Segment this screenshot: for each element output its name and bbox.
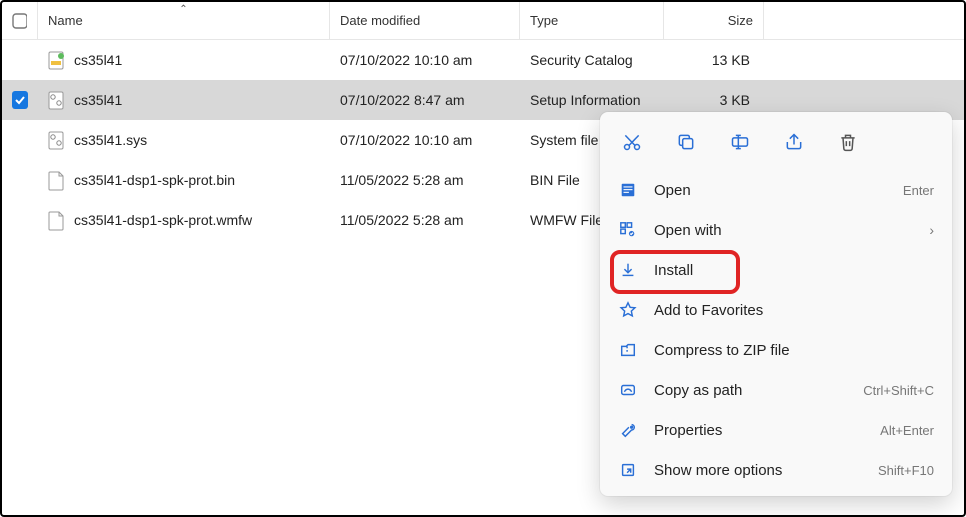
row-checkbox[interactable] <box>2 40 38 80</box>
context-menu-item-label: Install <box>654 262 934 279</box>
zip-icon <box>618 340 638 360</box>
context-menu-item-star[interactable]: Add to Favorites <box>600 290 952 330</box>
row-checkbox[interactable] <box>2 200 38 240</box>
context-menu-item-path[interactable]: Copy as path Ctrl+Shift+C <box>600 370 952 410</box>
file-icon <box>48 209 66 231</box>
path-icon <box>618 380 638 400</box>
file-name-cell[interactable]: cs35l41 <box>38 40 330 80</box>
column-header-size[interactable]: Size <box>664 2 764 39</box>
context-menu-item-zip[interactable]: Compress to ZIP file <box>600 330 952 370</box>
context-menu-item-label: Show more options <box>654 462 862 479</box>
checked-icon <box>12 91 28 109</box>
context-menu-item-shortcut: Enter <box>903 183 934 198</box>
context-menu-item-label: Compress to ZIP file <box>654 342 934 359</box>
column-header-type-label: Type <box>530 13 558 28</box>
file-name-cell[interactable]: cs35l41 <box>38 80 330 120</box>
context-menu-item-label: Add to Favorites <box>654 302 934 319</box>
column-header-name[interactable]: Name ⌃ <box>38 2 330 39</box>
file-name-label: cs35l41.sys <box>74 132 147 148</box>
column-header-name-label: Name <box>48 13 83 28</box>
file-icon <box>48 89 66 111</box>
file-icon <box>48 169 66 191</box>
context-menu-item-more[interactable]: Show more options Shift+F10 <box>600 450 952 490</box>
context-menu-item-shortcut: Alt+Enter <box>880 423 934 438</box>
column-header-row: Name ⌃ Date modified Type Size <box>2 2 964 40</box>
file-name-cell[interactable]: cs35l41-dsp1-spk-prot.wmfw <box>38 200 330 240</box>
cut-button[interactable] <box>620 130 644 154</box>
file-icon <box>48 49 66 71</box>
file-date-label: 07/10/2022 10:10 am <box>340 132 472 148</box>
context-menu-item-label: Properties <box>654 422 864 439</box>
file-name-cell[interactable]: cs35l41.sys <box>38 120 330 160</box>
context-menu-item-openwith[interactable]: Open with › <box>600 210 952 250</box>
rename-button[interactable] <box>728 130 752 154</box>
delete-button[interactable] <box>836 130 860 154</box>
props-icon <box>618 420 638 440</box>
open-icon <box>618 180 638 200</box>
column-header-date[interactable]: Date modified <box>330 2 520 39</box>
file-row[interactable]: cs35l41 07/10/2022 10:10 am Security Catal… <box>2 40 964 80</box>
context-menu-item-label: Copy as path <box>654 382 847 399</box>
file-size-label: 3 KB <box>720 92 750 108</box>
file-type-label: Security Catalog <box>530 52 633 68</box>
install-icon <box>618 260 638 280</box>
column-header-size-label: Size <box>728 13 753 28</box>
file-name-label: cs35l41-dsp1-spk-prot.bin <box>74 172 235 188</box>
file-type-cell: Security Catalog <box>520 40 664 80</box>
file-date-cell: 07/10/2022 8:47 am <box>330 80 520 120</box>
more-icon <box>618 460 638 480</box>
file-date-label: 11/05/2022 5:28 am <box>340 212 464 228</box>
context-menu-item-label: Open <box>654 182 887 199</box>
context-menu-item-props[interactable]: Properties Alt+Enter <box>600 410 952 450</box>
context-menu-item-open[interactable]: Open Enter <box>600 170 952 210</box>
column-header-date-label: Date modified <box>340 13 420 28</box>
file-type-label: WMFW File <box>530 212 603 228</box>
file-date-label: 11/05/2022 5:28 am <box>340 172 464 188</box>
file-type-label: Setup Information <box>530 92 641 108</box>
sort-asc-icon: ⌃ <box>179 4 187 15</box>
share-button[interactable] <box>782 130 806 154</box>
context-menu-quick-actions <box>600 112 952 170</box>
context-menu-item-install[interactable]: Install <box>600 250 952 290</box>
file-type-label: System file <box>530 132 598 148</box>
file-type-label: BIN File <box>530 172 580 188</box>
file-name-label: cs35l41-dsp1-spk-prot.wmfw <box>74 212 252 228</box>
star-icon <box>618 300 638 320</box>
select-all-checkbox[interactable] <box>2 2 38 39</box>
row-checkbox[interactable] <box>2 80 38 120</box>
chevron-right-icon: › <box>929 222 934 238</box>
column-header-type[interactable]: Type <box>520 2 664 39</box>
file-size-label: 13 KB <box>712 52 750 68</box>
row-checkbox[interactable] <box>2 120 38 160</box>
file-date-cell: 07/10/2022 10:10 am <box>330 120 520 160</box>
file-name-label: cs35l41 <box>74 52 122 68</box>
file-size-cell: 13 KB <box>664 40 764 80</box>
context-menu-item-label: Open with <box>654 222 913 239</box>
context-menu-item-shortcut: Shift+F10 <box>878 463 934 478</box>
file-name-label: cs35l41 <box>74 92 122 108</box>
file-icon <box>48 129 66 151</box>
openwith-icon <box>618 220 638 240</box>
context-menu-item-shortcut: Ctrl+Shift+C <box>863 383 934 398</box>
context-menu: Open Enter Open with › Install Add to Favorit… <box>600 112 952 496</box>
copy-button[interactable] <box>674 130 698 154</box>
file-date-label: 07/10/2022 10:10 am <box>340 52 472 68</box>
file-date-cell: 11/05/2022 5:28 am <box>330 200 520 240</box>
file-date-label: 07/10/2022 8:47 am <box>340 92 465 108</box>
file-date-cell: 07/10/2022 10:10 am <box>330 40 520 80</box>
file-date-cell: 11/05/2022 5:28 am <box>330 160 520 200</box>
file-name-cell[interactable]: cs35l41-dsp1-spk-prot.bin <box>38 160 330 200</box>
row-checkbox[interactable] <box>2 160 38 200</box>
